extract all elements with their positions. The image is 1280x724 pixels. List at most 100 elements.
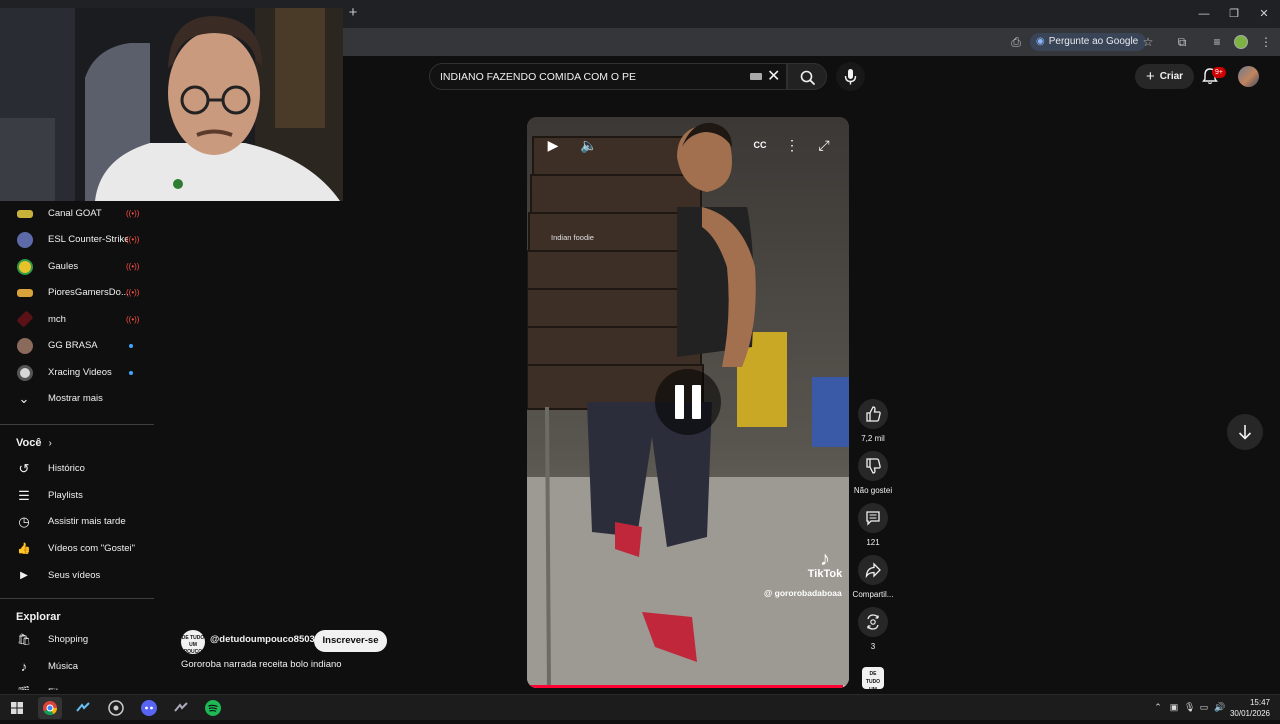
obs-icon[interactable] — [107, 699, 125, 717]
sidebar-item-music[interactable]: ♪ Música — [0, 654, 154, 680]
more-options-icon[interactable]: ⋮ — [782, 135, 802, 155]
sidebar: Canal GOAT ((•)) ESL Counter-Strike ((•)… — [0, 201, 154, 690]
sidebar-item-label: mch — [48, 314, 66, 325]
comment-count: 121 — [866, 538, 880, 547]
channel-avatar[interactable]: DE TUDO UM POUCO — [181, 630, 205, 655]
pause-icon — [675, 385, 701, 419]
sidebar-item-history[interactable]: ↺ Histórico — [0, 456, 154, 482]
taskbar-clock[interactable]: 15:47 30/01/2026 — [1230, 697, 1270, 719]
sidebar-item-watch-later[interactable]: ◷ Assistir mais tarde — [0, 509, 154, 535]
channel-handle[interactable]: @detudoumpouco8503 — [210, 634, 315, 645]
search-query[interactable]: INDIANO FAZENDO COMIDA COM O PE — [440, 64, 636, 90]
restore-button[interactable]: ❐ — [1222, 6, 1246, 22]
divider — [0, 598, 154, 599]
keyboard-icon[interactable] — [750, 73, 762, 80]
browser-profile-avatar[interactable] — [1234, 35, 1248, 49]
sidebar-item-label: Assistir mais tarde — [48, 516, 126, 527]
music-icon: ♪ — [20, 659, 28, 674]
like-count: 7,2 mil — [861, 434, 885, 443]
mute-icon[interactable]: 🔈 — [579, 135, 599, 155]
voice-search-button[interactable] — [836, 62, 865, 91]
share-button[interactable] — [858, 555, 888, 585]
sidebar-item-mch[interactable]: mch ((•)) — [0, 307, 154, 333]
sidebar-item-label: GG BRASA — [48, 340, 98, 351]
sidebar-item-label: Filmes — [48, 680, 76, 690]
like-button[interactable] — [858, 399, 888, 429]
tray-volume-icon[interactable]: 🔊 — [1214, 702, 1225, 712]
next-video-button[interactable] — [1227, 414, 1263, 450]
search-button[interactable] — [787, 63, 827, 90]
bookmark-star-icon[interactable]: ☆ — [1140, 34, 1156, 50]
sidebar-item-playlists[interactable]: ☰ Playlists — [0, 483, 154, 509]
movies-icon: 🎬 — [15, 684, 33, 690]
sidebar-item-your-videos[interactable]: ▶ Seus vídeos — [0, 563, 154, 589]
sidebar-item-label: Playlists — [48, 490, 83, 501]
dislike-button[interactable] — [858, 451, 888, 481]
tray-overflow-icon[interactable]: ⌃ — [1153, 702, 1163, 712]
you-heading[interactable]: Você › — [16, 437, 52, 449]
windows-start-icon[interactable] — [8, 699, 26, 717]
media-controls-icon[interactable]: ≡ — [1209, 34, 1225, 50]
new-content-dot — [129, 371, 133, 375]
tray-network-icon[interactable]: ▭ — [1199, 702, 1209, 712]
share-label: Compartil... — [852, 590, 894, 599]
create-label: Criar — [1159, 71, 1184, 82]
comments-button[interactable] — [858, 503, 888, 533]
sidebar-item-canal-goat[interactable]: Canal GOAT ((•)) — [0, 201, 154, 227]
spotify-icon[interactable] — [204, 699, 222, 717]
tiktok-logo-icon: ♪ — [820, 548, 830, 570]
extensions-icon[interactable]: ⧉ — [1174, 34, 1190, 50]
sidebar-item-liked-videos[interactable]: 👍 Vídeos com "Gostei" — [0, 536, 154, 562]
steam-icon[interactable] — [74, 699, 92, 717]
captions-icon[interactable]: CC — [750, 135, 770, 155]
new-tab-button[interactable]: + — [346, 5, 360, 21]
video-title[interactable]: Gororoba narrada receita bolo indiano — [181, 659, 342, 670]
ask-google-button[interactable]: ◉ Pergunte ao Google — [1030, 33, 1147, 51]
pause-button[interactable] — [655, 369, 721, 435]
channel-avatar-pioresgamers — [17, 289, 33, 297]
ask-google-label: Pergunte ao Google — [1048, 36, 1139, 47]
sidebar-item-xracing[interactable]: Xracing Videos — [0, 360, 154, 386]
sidebar-item-label: ESL Counter-Strike — [48, 234, 128, 245]
shorts-video-player[interactable]: ▶ 🔈 CC ⋮ ⤢ Indian foodie ♪ TikTok @ goro… — [527, 117, 849, 688]
subscribe-button[interactable]: Inscrever-se — [314, 630, 387, 652]
search-input[interactable]: INDIANO FAZENDO COMIDA COM O PE ✕ — [429, 63, 787, 90]
sidebar-item-label: Vídeos com "Gostei" — [48, 543, 136, 554]
tray-mic-icon[interactable]: 🎙 — [1184, 702, 1195, 712]
video-progress-bar[interactable] — [527, 685, 849, 688]
video-progress-fill — [527, 685, 843, 688]
clock-date: 30/01/2026 — [1229, 709, 1270, 718]
channel-avatar-gg-brasa — [17, 338, 33, 354]
channel-avatar-gaules — [17, 259, 33, 275]
clear-search-icon[interactable]: ✕ — [767, 66, 780, 88]
live-icon: ((•)) — [126, 235, 140, 244]
install-app-icon[interactable]: ⎙ — [1008, 34, 1024, 50]
channel-thumbnail[interactable]: DE TUDO UM POUCO — [862, 667, 884, 701]
video-overlay-text: Indian foodie — [551, 233, 594, 242]
search-icon — [800, 70, 815, 85]
fullscreen-icon[interactable]: ⤢ — [814, 135, 834, 155]
steam-client-icon[interactable] — [172, 699, 190, 717]
show-more-button[interactable]: ⌄ Mostrar mais — [0, 386, 154, 412]
chevron-down-icon: ⌄ — [18, 391, 30, 406]
channel-avatar-mch — [16, 310, 34, 328]
notifications-badge: 9+ — [1212, 67, 1226, 78]
channel-avatar-canal-goat — [17, 210, 33, 218]
sidebar-item-shopping[interactable]: 🛍 Shopping — [0, 627, 154, 653]
minimize-button[interactable]: — — [1192, 6, 1216, 22]
sidebar-item-pioresgamers[interactable]: PioresGamersDo... ((•)) — [0, 280, 154, 306]
account-avatar[interactable] — [1238, 66, 1259, 87]
close-window-button[interactable]: ✕ — [1252, 6, 1276, 22]
history-icon: ↺ — [18, 461, 30, 476]
discord-icon[interactable] — [140, 699, 158, 717]
sidebar-item-esl[interactable]: ESL Counter-Strike ((•)) — [0, 227, 154, 253]
tray-app-icon[interactable]: ▣ — [1169, 702, 1179, 712]
sidebar-item-gg-brasa[interactable]: GG BRASA — [0, 333, 154, 359]
create-button[interactable]: + Criar — [1135, 64, 1194, 89]
sidebar-item-movies[interactable]: 🎬 Filmes — [0, 680, 154, 690]
sidebar-item-gaules[interactable]: Gaules ((•)) — [0, 254, 154, 280]
play-icon[interactable]: ▶ — [543, 135, 563, 155]
chrome-taskbar-button[interactable] — [38, 697, 62, 719]
remix-button[interactable] — [858, 607, 888, 637]
browser-menu-icon[interactable]: ⋮ — [1258, 34, 1274, 50]
